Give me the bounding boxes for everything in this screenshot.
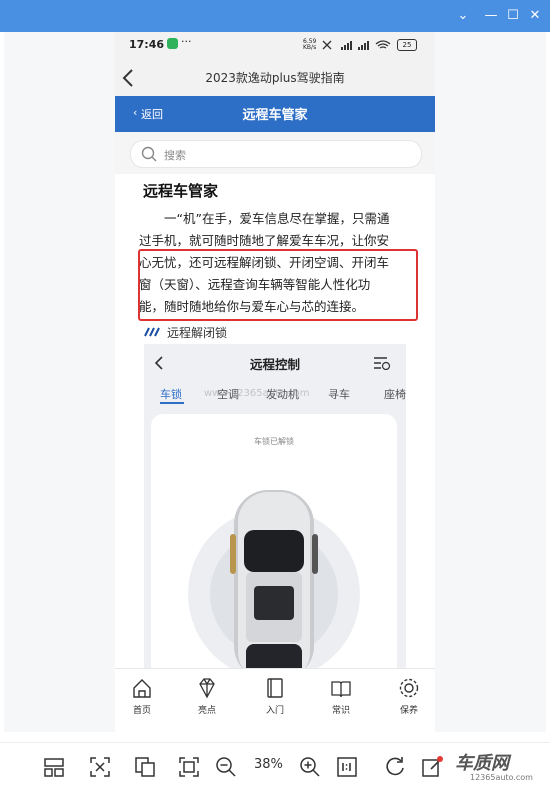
search-placeholder: 搜索: [164, 149, 186, 162]
actual-size-icon[interactable]: [335, 755, 359, 779]
search-input[interactable]: 搜索: [130, 140, 422, 168]
fit-screen-icon[interactable]: [177, 755, 201, 779]
remote-title: 远程控制: [249, 357, 300, 372]
status-time: 17:46: [129, 38, 165, 51]
section-header: ‹ 返回 远程车管家: [115, 96, 435, 132]
tab-maintenance[interactable]: 保养: [377, 677, 435, 716]
highlight-box: [138, 249, 418, 321]
logo-text: 车质网: [455, 753, 509, 774]
tab-lock: 车锁: [160, 388, 182, 401]
layout-icon[interactable]: [42, 755, 66, 779]
tab-intro[interactable]: 入门: [243, 677, 307, 716]
app-nav-bar: 2023款逸动plus驾驶指南: [115, 58, 435, 98]
tab-knowledge[interactable]: 常识: [309, 677, 373, 716]
slash-decoration-icon: [144, 327, 160, 337]
section-title: 远程车管家: [242, 108, 308, 123]
fullscreen-icon[interactable]: [88, 755, 112, 779]
copy-icon[interactable]: [133, 755, 157, 779]
lock-status-text: 车锁已解锁: [254, 437, 294, 446]
phone-screen: 17:46 ··· 6.59 KB/s 25 2023款逸动plus驾驶指南 ‹…: [115, 32, 435, 742]
tab-label: 首页: [132, 706, 151, 716]
net-speed: 6.59 KB/s: [303, 38, 317, 51]
zoom-in-icon[interactable]: [298, 755, 322, 779]
paragraph-line: 一“机”在手，爱车信息尽在掌握，只需通: [164, 211, 390, 226]
home-icon: [133, 679, 151, 698]
logo-url: 12365auto.com: [470, 773, 533, 782]
tab-label: 入门: [265, 706, 284, 716]
battery-icon: 25: [397, 39, 417, 51]
article: 远程车管家 一“机”在手，爱车信息尽在掌握，只需通 过手机，就可随时随地了解爱车…: [115, 174, 435, 704]
lock-status-card: 车锁已解锁: [151, 414, 397, 704]
wechat-icon: [167, 38, 178, 49]
chevron-down-icon[interactable]: ⌄: [453, 6, 473, 26]
tab-highlights[interactable]: 亮点: [175, 677, 239, 716]
tab-underline: [160, 402, 184, 404]
book-icon: [267, 678, 283, 698]
zoom-level: 38%: [254, 757, 283, 772]
tab-label: 亮点: [197, 706, 216, 716]
tab-seat: 座椅: [384, 388, 406, 401]
edit-icon[interactable]: [420, 755, 444, 779]
article-heading: 远程车管家: [143, 182, 219, 200]
open-book-icon: [331, 681, 351, 698]
tab-label: 常识: [331, 706, 350, 716]
gear-icon: [399, 678, 419, 698]
tab-label: 保养: [399, 706, 418, 716]
tab-find-car: 寻车: [328, 388, 350, 401]
rotate-icon[interactable]: [383, 755, 407, 779]
remote-control-screenshot: 远程控制 车锁 空调 发动机 寻车 座椅 www.12365auto.com 车…: [144, 344, 406, 704]
search-area: 搜索: [115, 132, 435, 174]
maximize-icon[interactable]: ☐: [503, 6, 523, 26]
more-icon: ···: [181, 35, 192, 48]
search-icon: [141, 146, 157, 162]
back-chevron-icon[interactable]: [121, 68, 135, 88]
status-bar: 17:46 ··· 6.59 KB/s 25: [115, 32, 435, 58]
bottom-tab-bar: 首页 亮点 入门 常识 保养: [115, 668, 435, 742]
watermark: www.12365auto.com: [204, 388, 310, 399]
viewer-toolbar: 38% 车质网 12365auto.com: [0, 742, 550, 791]
subheading: 远程解闭锁: [167, 326, 228, 340]
close-icon[interactable]: ✕: [525, 6, 545, 26]
zoom-out-icon[interactable]: [214, 755, 238, 779]
tab-home[interactable]: 首页: [115, 677, 174, 716]
page-title: 2023款逸动plus驾驶指南: [205, 71, 345, 85]
minimize-icon[interactable]: —: [481, 6, 501, 26]
menu-history-icon: [374, 357, 391, 370]
diamond-icon: [199, 678, 215, 699]
